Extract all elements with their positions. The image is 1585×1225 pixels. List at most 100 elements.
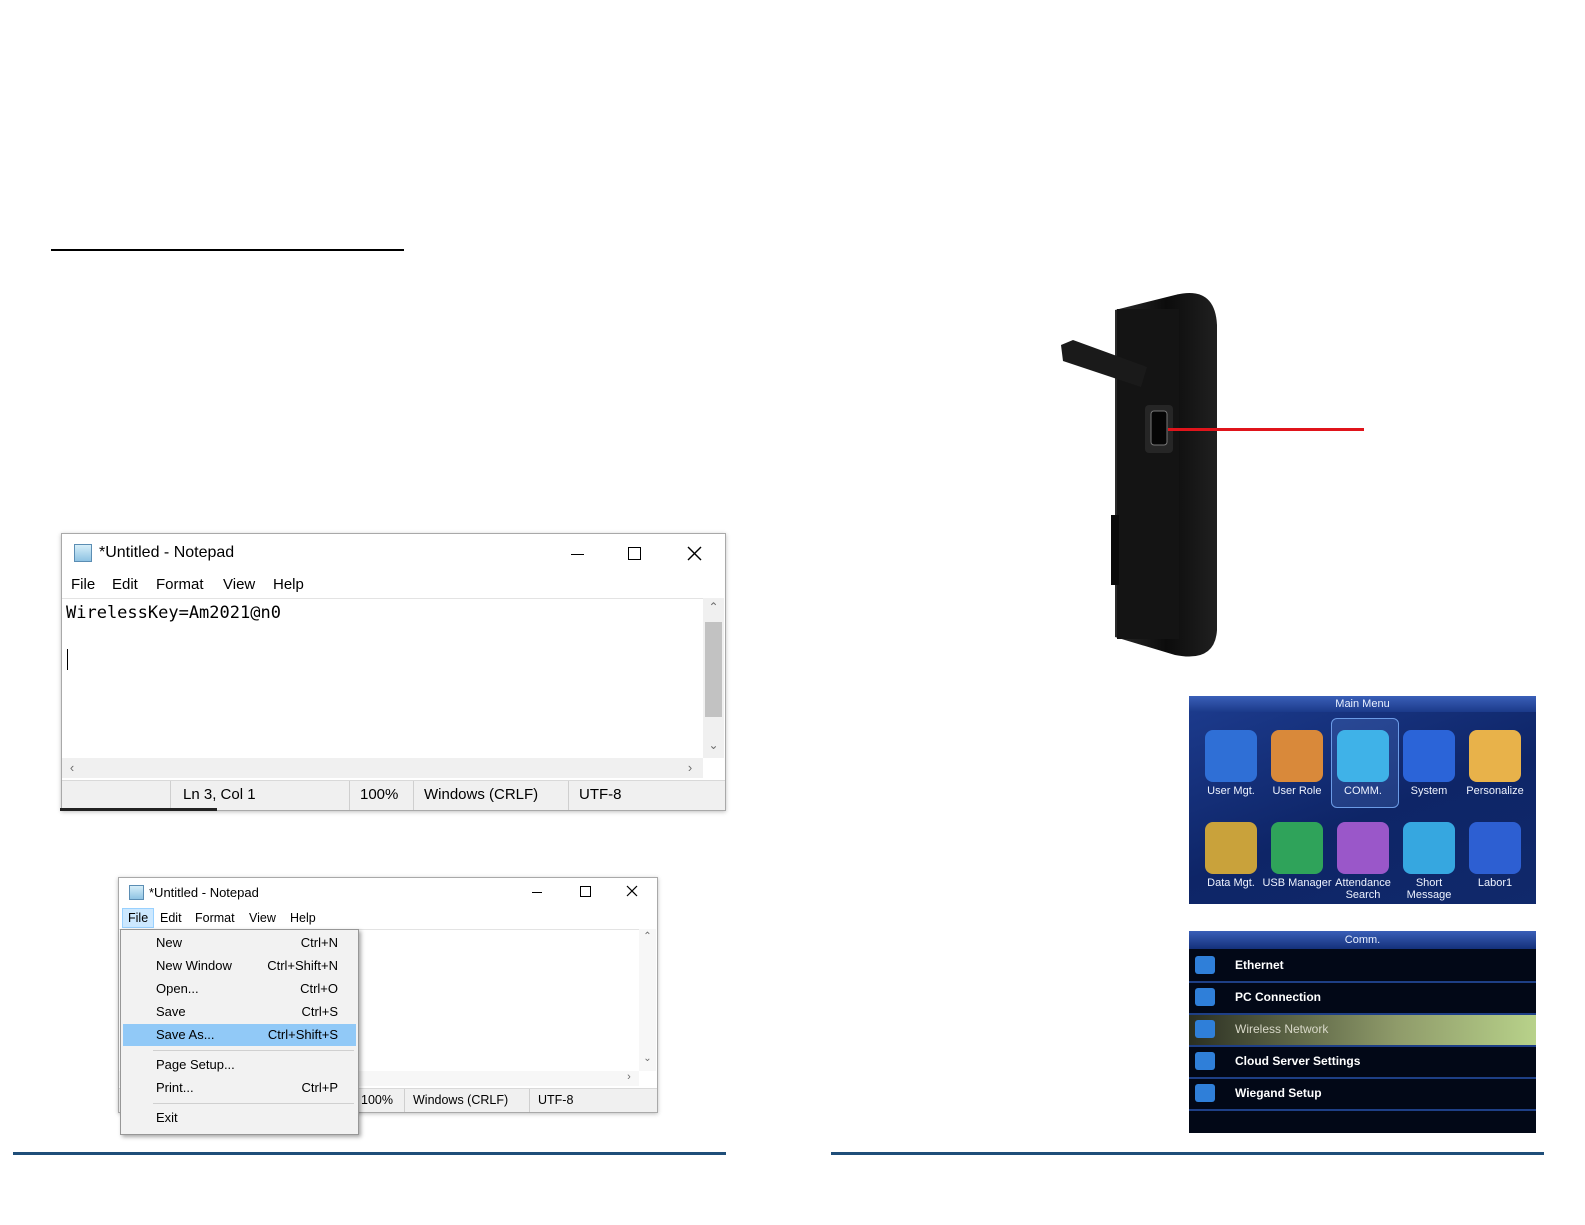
- short-message-icon[interactable]: [1403, 822, 1455, 874]
- main-menu-title: Main Menu: [1189, 696, 1536, 712]
- device-side-photo: [1055, 285, 1235, 665]
- notepad-icon: [129, 885, 144, 900]
- status-zoom-text: 100%: [361, 1093, 393, 1107]
- menu-item-label: New Window: [156, 958, 232, 973]
- menu-item-shortcut: Ctrl+Shift+N: [267, 958, 338, 973]
- scroll-thumb[interactable]: [705, 622, 722, 717]
- device-comm-screen: Comm. Ethernet PC Connection Wireless Ne…: [1189, 931, 1536, 1133]
- menu-edit[interactable]: Edit: [160, 911, 182, 925]
- usb-manager-icon[interactable]: [1271, 822, 1323, 874]
- status-line-ending: Windows (CRLF): [413, 781, 568, 810]
- menu-view[interactable]: View: [249, 911, 276, 925]
- footer-rule-right: [831, 1152, 1544, 1155]
- comm-item-pc-connection[interactable]: PC Connection: [1189, 983, 1536, 1015]
- minimize-button[interactable]: [523, 878, 551, 906]
- menu-item-save-as[interactable]: Save As... Ctrl+Shift+S: [123, 1024, 356, 1046]
- menu-item-shortcut: Ctrl+Shift+S: [267, 1027, 338, 1042]
- scroll-left-arrow-icon[interactable]: ‹: [64, 760, 80, 775]
- menu-bar: File Edit Format View Help: [119, 908, 657, 928]
- close-button[interactable]: [617, 878, 647, 906]
- menu-view[interactable]: View: [223, 576, 255, 593]
- attendance-search-icon[interactable]: [1337, 822, 1389, 874]
- status-zoom: 100%: [357, 1089, 408, 1112]
- menu-item-save[interactable]: Save Ctrl+S: [123, 1001, 356, 1023]
- tile-label: COMM.: [1344, 785, 1382, 797]
- status-line-ending-text: Windows (CRLF): [413, 1093, 509, 1107]
- user-mgt-icon[interactable]: [1205, 730, 1257, 782]
- status-encoding: UTF-8: [529, 1089, 630, 1112]
- scroll-right-arrow-icon[interactable]: ›: [682, 760, 698, 775]
- data-mgt-icon[interactable]: [1205, 822, 1257, 874]
- horizontal-scrollbar[interactable]: ‹ ›: [62, 758, 703, 778]
- menu-item-label: New: [156, 935, 183, 950]
- maximize-button[interactable]: [617, 536, 653, 570]
- ethernet-icon: [1195, 956, 1215, 974]
- comm-title: Comm.: [1189, 931, 1536, 949]
- menu-item-open[interactable]: Open... Ctrl+O: [123, 978, 356, 1000]
- tile-label: USB Manager: [1262, 877, 1332, 889]
- menu-item-new[interactable]: New Ctrl+N: [123, 932, 356, 954]
- menu-item-label: Open...: [156, 981, 199, 996]
- vertical-scrollbar[interactable]: ⌃ ⌄: [703, 598, 724, 758]
- status-line-ending-text: Windows (CRLF): [424, 786, 539, 803]
- menu-file[interactable]: File: [71, 576, 95, 593]
- text-editor[interactable]: WirelessKey=Am2021@n0: [62, 598, 703, 759]
- editor-line-1: WirelessKey=Am2021@n0: [66, 603, 281, 623]
- comm-item-label: Cloud Server Settings: [1235, 1054, 1361, 1068]
- menu-format[interactable]: Format: [195, 911, 235, 925]
- menu-item-page-setup[interactable]: Page Setup...: [123, 1054, 356, 1076]
- status-zoom: 100%: [349, 781, 414, 810]
- minimize-button[interactable]: [559, 536, 595, 570]
- comm-item-ethernet[interactable]: Ethernet: [1189, 951, 1536, 983]
- minimize-icon: [571, 554, 584, 555]
- scroll-down-arrow-icon[interactable]: ⌄: [639, 1053, 656, 1064]
- menu-item-exit[interactable]: Exit: [123, 1107, 356, 1129]
- tile-label: User Mgt.: [1207, 785, 1255, 797]
- menu-item-new-window[interactable]: New Window Ctrl+Shift+N: [123, 955, 356, 977]
- vertical-scrollbar[interactable]: ⌃ ⌄: [639, 929, 656, 1071]
- comm-item-label: Wireless Network: [1235, 1022, 1329, 1036]
- text-cursor: [67, 649, 68, 670]
- comm-item-cloud-server-settings[interactable]: Cloud Server Settings: [1189, 1047, 1536, 1079]
- footer-rule-left: [13, 1152, 726, 1155]
- menu-item-print[interactable]: Print... Ctrl+P: [123, 1077, 356, 1099]
- personalize-icon[interactable]: [1469, 730, 1521, 782]
- scroll-right-arrow-icon[interactable]: ›: [622, 1071, 636, 1083]
- tile-label: Attendance Search: [1335, 877, 1391, 901]
- labor1-icon[interactable]: [1469, 822, 1521, 874]
- menu-format[interactable]: Format: [156, 576, 204, 593]
- window-title: *Untitled - Notepad: [149, 885, 259, 900]
- menu-item-label: Save As...: [156, 1027, 215, 1042]
- tile-label: System: [1410, 785, 1448, 797]
- menu-item-label: Print...: [156, 1080, 194, 1095]
- menu-item-label: Page Setup...: [156, 1057, 235, 1072]
- screenshot-edge-bar: [60, 808, 217, 811]
- menu-help[interactable]: Help: [290, 911, 316, 925]
- maximize-button[interactable]: [571, 878, 599, 906]
- cloud-server-icon: [1195, 1052, 1215, 1070]
- close-button[interactable]: [675, 536, 713, 570]
- status-position-text: Ln 3, Col 1: [183, 786, 256, 803]
- scroll-down-arrow-icon[interactable]: ⌄: [703, 738, 724, 752]
- comm-item-label: PC Connection: [1235, 990, 1321, 1004]
- menu-item-shortcut: Ctrl+P: [301, 1080, 338, 1095]
- user-role-icon[interactable]: [1271, 730, 1323, 782]
- menu-bar: File Edit Format View Help: [62, 576, 725, 598]
- comm-item-wireless-network[interactable]: Wireless Network: [1189, 1015, 1536, 1047]
- scroll-up-arrow-icon[interactable]: ⌃: [639, 931, 656, 942]
- window-title: *Untitled - Notepad: [99, 544, 235, 561]
- menu-file[interactable]: File: [122, 908, 155, 928]
- system-icon[interactable]: [1403, 730, 1455, 782]
- comm-item-label: Ethernet: [1235, 958, 1284, 972]
- comm-title-text: Comm.: [1344, 934, 1381, 946]
- menu-item-shortcut: Ctrl+O: [300, 981, 338, 996]
- menu-help[interactable]: Help: [273, 576, 304, 593]
- status-encoding: UTF-8: [568, 781, 689, 810]
- comm-icon[interactable]: [1337, 730, 1389, 782]
- comm-item-wiegand-setup[interactable]: Wiegand Setup: [1189, 1079, 1536, 1111]
- menu-edit[interactable]: Edit: [112, 576, 138, 593]
- tile-label: Short Message: [1406, 877, 1452, 901]
- menu-item-label: Exit: [156, 1110, 178, 1125]
- maximize-icon: [628, 547, 641, 560]
- scroll-up-arrow-icon[interactable]: ⌃: [703, 600, 724, 614]
